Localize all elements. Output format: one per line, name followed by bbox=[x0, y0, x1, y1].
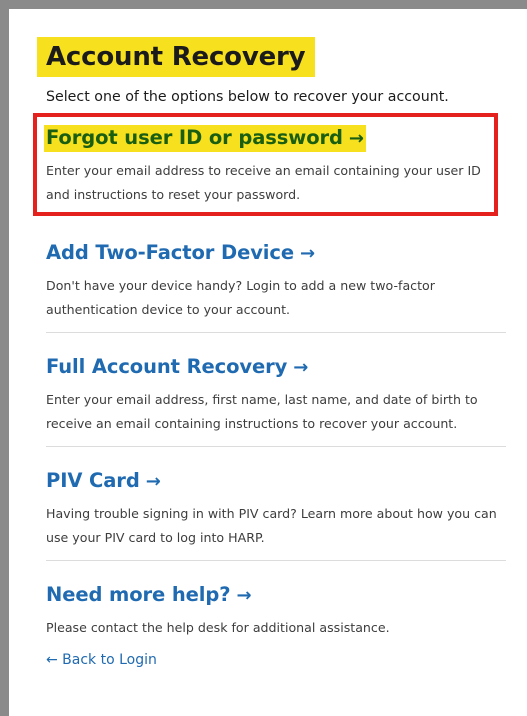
full-account-recovery-link[interactable]: Full Account Recovery → bbox=[46, 354, 308, 381]
arrow-right-icon: → bbox=[299, 243, 315, 264]
option-label: Add Two-Factor Device bbox=[46, 241, 294, 264]
page-title: Account Recovery bbox=[37, 37, 316, 77]
option-label: Full Account Recovery bbox=[46, 355, 288, 378]
intro-text: Select one of the options below to recov… bbox=[46, 89, 449, 105]
piv-card-link[interactable]: PIV Card → bbox=[46, 468, 161, 495]
option-add-two-factor: Add Two-Factor Device → Don't have your d… bbox=[46, 240, 498, 322]
annotation-highlight-box bbox=[33, 113, 498, 216]
option-label: PIV Card bbox=[46, 469, 140, 492]
option-description: Enter your email address, first name, la… bbox=[46, 392, 478, 431]
divider bbox=[46, 446, 506, 447]
account-recovery-panel: Account Recovery Select one of the optio… bbox=[37, 37, 505, 107]
option-label: Need more help? bbox=[46, 583, 231, 606]
option-description: Having trouble signing in with PIV card?… bbox=[46, 506, 497, 545]
option-description: Please contact the help desk for additio… bbox=[46, 620, 390, 635]
divider bbox=[46, 560, 506, 561]
option-description: Don't have your device handy? Login to a… bbox=[46, 278, 435, 317]
need-more-help-link[interactable]: Need more help? → bbox=[46, 582, 252, 609]
option-piv-card: PIV Card → Having trouble signing in with… bbox=[46, 468, 498, 550]
add-two-factor-device-link[interactable]: Add Two-Factor Device → bbox=[46, 240, 315, 267]
option-need-more-help: Need more help? → Please contact the help… bbox=[46, 582, 498, 640]
arrow-right-icon: → bbox=[236, 585, 252, 606]
divider bbox=[46, 332, 506, 333]
back-to-login-link[interactable]: ← Back to Login bbox=[46, 652, 157, 668]
arrow-right-icon: → bbox=[293, 357, 309, 378]
arrow-right-icon: → bbox=[145, 471, 161, 492]
option-full-account-recovery: Full Account Recovery → Enter your email … bbox=[46, 354, 498, 436]
